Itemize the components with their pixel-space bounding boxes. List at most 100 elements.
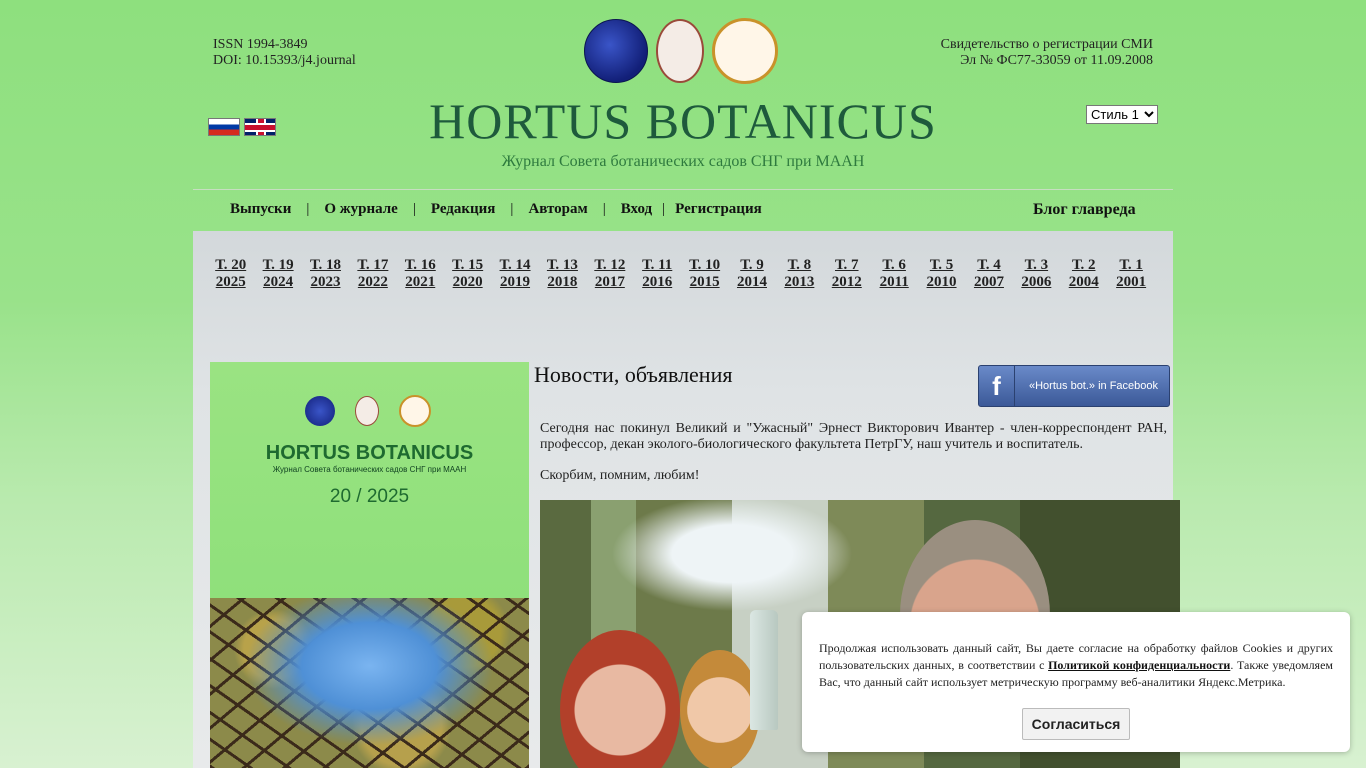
volume-number: Т. 3 xyxy=(1024,257,1049,273)
volume-link[interactable]: Т. 14 2019 xyxy=(491,257,538,291)
volume-year: 2023 xyxy=(310,274,341,290)
news-body: Сегодня нас покинул Великий и "Ужасный" … xyxy=(540,421,1167,499)
nav-about[interactable]: О журнале xyxy=(324,201,397,218)
facebook-button[interactable]: f «Hortus bot.» in Facebook xyxy=(978,365,1170,407)
news-heading: Новости, объявления xyxy=(534,362,733,387)
volume-link[interactable]: Т. 8 2013 xyxy=(776,257,823,291)
volume-number: Т. 9 xyxy=(740,257,764,273)
volume-year: 2015 xyxy=(689,274,720,290)
petrsu-logo[interactable] xyxy=(584,19,648,83)
nav-separator: | xyxy=(306,201,310,217)
cover-subtitle: Журнал Совета ботанических садов СНГ при… xyxy=(272,465,467,474)
volume-link[interactable]: Т. 16 2021 xyxy=(397,257,444,291)
registration-line-2: Эл № ФС77-33059 от 11.09.2008 xyxy=(960,53,1153,68)
volume-list: Т. 20 2025 Т. 19 2024 Т. 18 2023 Т. 17 2022 Т. 1… xyxy=(207,257,1155,291)
volume-year: 2001 xyxy=(1116,274,1147,290)
volume-year: 2012 xyxy=(831,274,862,290)
facebook-label: «Hortus bot.» in Facebook xyxy=(1029,380,1159,392)
volume-link[interactable]: Т. 2 2004 xyxy=(1060,257,1107,291)
volume-link[interactable]: Т. 10 2015 xyxy=(681,257,728,291)
volume-number: Т. 11 xyxy=(642,257,673,273)
cover-maan-logo xyxy=(399,395,431,427)
main-nav: Выпуски | О журнале | Редакция | Авторам… xyxy=(230,201,762,218)
volume-link[interactable]: Т. 13 2018 xyxy=(539,257,586,291)
style-select[interactable]: Стиль 1 xyxy=(1086,105,1158,124)
nav-separator: | xyxy=(602,201,606,217)
volume-year: 2014 xyxy=(736,274,767,290)
volume-year: 2011 xyxy=(879,274,909,290)
privacy-policy-link[interactable]: Политикой конфиденциальности xyxy=(1048,658,1230,672)
nav-separator: | xyxy=(510,201,514,217)
volume-number: Т. 6 xyxy=(882,257,906,273)
volume-year: 2016 xyxy=(642,274,673,290)
journal-cover[interactable]: HORTUS BOTANICUS Журнал Совета ботаничес… xyxy=(210,362,529,768)
nav-issues[interactable]: Выпуски xyxy=(230,201,291,218)
cover-issue-number: 20 / 2025 xyxy=(329,486,410,507)
registration-line-1: Свидетельство о регистрации СМИ xyxy=(940,37,1153,52)
volume-year: 2018 xyxy=(547,274,578,290)
botanic-garden-logo[interactable] xyxy=(656,19,704,83)
cover-garden-logo xyxy=(355,396,379,426)
volume-link[interactable]: Т. 3 2006 xyxy=(1013,257,1060,291)
volume-year: 2006 xyxy=(1021,274,1052,290)
volume-number: Т. 7 xyxy=(835,257,859,273)
volume-link[interactable]: Т. 20 2025 xyxy=(207,257,254,291)
volume-number: Т. 20 xyxy=(215,257,247,273)
nav-blog[interactable]: Блог главреда xyxy=(1033,201,1136,219)
volume-link[interactable]: Т. 7 2012 xyxy=(823,257,870,291)
volume-number: Т. 13 xyxy=(546,257,578,273)
volume-year: 2024 xyxy=(263,274,294,290)
volume-year: 2017 xyxy=(594,274,625,290)
doi-text: DOI: 10.15393/j4.journal xyxy=(213,53,356,68)
cover-header: HORTUS BOTANICUS Журнал Совета ботаничес… xyxy=(210,362,529,598)
site-subtitle: Журнал Совета ботанических садов СНГ при… xyxy=(501,153,865,170)
cover-title: HORTUS BOTANICUS xyxy=(265,442,474,464)
volume-link[interactable]: Т. 5 2010 xyxy=(918,257,965,291)
site-title[interactable]: HORTUS BOTANICUS xyxy=(0,92,1366,150)
volume-number: Т. 15 xyxy=(452,257,484,273)
volume-year: 2010 xyxy=(926,274,957,290)
nav-register[interactable]: Регистрация xyxy=(675,201,762,218)
accept-cookies-button[interactable]: Согласиться xyxy=(1022,708,1130,740)
volume-number: Т. 4 xyxy=(977,257,1001,273)
photo-person xyxy=(560,630,680,768)
volume-number: Т. 18 xyxy=(309,257,341,273)
volume-year: 2022 xyxy=(357,274,388,290)
cover-photo xyxy=(210,598,529,768)
volume-link[interactable]: Т. 4 2007 xyxy=(965,257,1012,291)
facebook-icon: f xyxy=(979,366,1015,406)
volume-link[interactable]: Т. 9 2014 xyxy=(728,257,775,291)
volume-link[interactable]: Т. 17 2022 xyxy=(349,257,396,291)
volume-number: Т. 2 xyxy=(1071,257,1096,273)
volume-link[interactable]: Т. 6 2011 xyxy=(870,257,917,291)
volume-link[interactable]: Т. 12 2017 xyxy=(586,257,633,291)
header-identifiers: ISSN 1994-3849 DOI: 10.15393/j4.journal xyxy=(213,37,356,69)
volume-number: Т. 19 xyxy=(262,257,294,273)
registration-info: Свидетельство о регистрации СМИ Эл № ФС7… xyxy=(941,37,1153,69)
volume-number: Т. 17 xyxy=(357,257,389,273)
volume-link[interactable]: Т. 19 2024 xyxy=(254,257,301,291)
cookie-banner: Продолжая использовать данный сайт, Вы д… xyxy=(802,612,1350,752)
nav-login[interactable]: Вход xyxy=(621,201,652,218)
nav-authors[interactable]: Авторам xyxy=(528,201,587,218)
nav-editorial[interactable]: Редакция xyxy=(431,201,496,218)
volume-link[interactable]: Т. 1 2001 xyxy=(1107,257,1154,291)
maan-logo[interactable] xyxy=(712,18,778,84)
volume-year: 2013 xyxy=(784,274,815,290)
volume-number: Т. 1 xyxy=(1119,257,1143,273)
issn-text: ISSN 1994-3849 xyxy=(213,37,308,52)
volume-year: 2021 xyxy=(405,274,436,290)
photo-bottle xyxy=(750,610,778,730)
volume-link[interactable]: Т. 18 2023 xyxy=(302,257,349,291)
nav-separator: | xyxy=(412,201,416,217)
cover-petrsu-logo xyxy=(305,396,335,426)
cookie-text: Продолжая использовать данный сайт, Вы д… xyxy=(819,640,1333,691)
volume-link[interactable]: Т. 15 2020 xyxy=(444,257,491,291)
news-paragraph: Сегодня нас покинул Великий и "Ужасный" … xyxy=(540,421,1167,452)
volume-number: Т. 12 xyxy=(594,257,626,273)
volume-link[interactable]: Т. 11 2016 xyxy=(634,257,681,291)
nav-separator: | xyxy=(662,201,666,217)
volume-year: 2020 xyxy=(452,274,483,290)
photo-person xyxy=(680,650,760,768)
news-paragraph: Скорбим, помним, любим! xyxy=(540,468,700,483)
